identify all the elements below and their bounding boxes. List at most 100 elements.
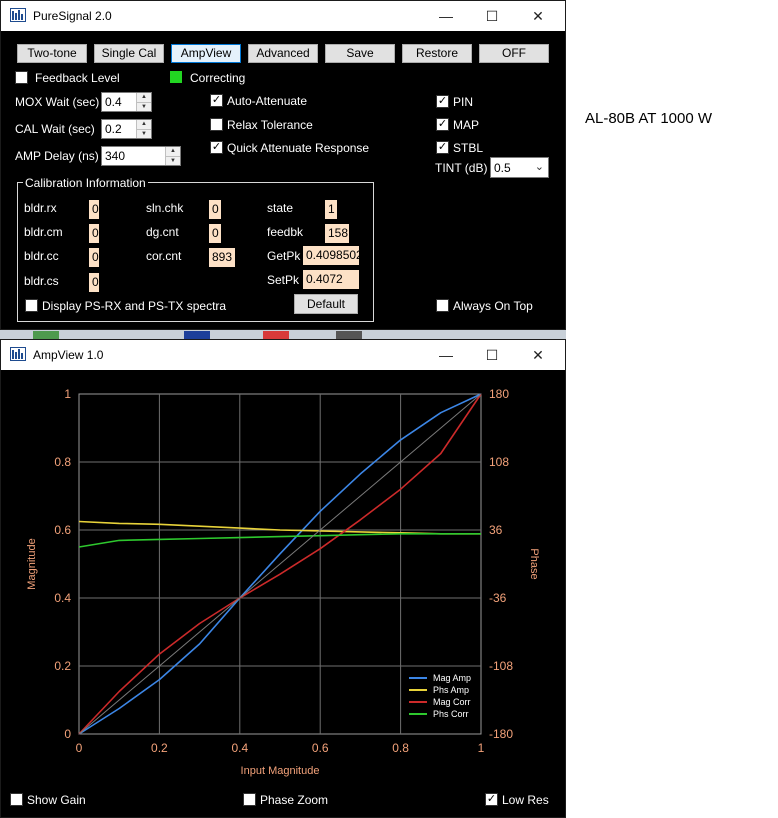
- cal-wait-label: CAL Wait (sec): [15, 122, 95, 136]
- setpk-label: SetPk: [267, 273, 300, 287]
- desktop-app-icon: [263, 331, 289, 339]
- feedbk-value: 158: [325, 224, 349, 243]
- x-tick-label: 0.2: [151, 741, 168, 755]
- y2-tick-label: -108: [489, 659, 513, 673]
- desktop-app-icon: [336, 331, 362, 339]
- app-icon: [10, 8, 26, 22]
- y-tick-label: 0.8: [54, 455, 71, 469]
- cal-wait-stepper[interactable]: 0.2 ▲ ▼: [101, 119, 152, 139]
- y-tick-label: 0: [64, 727, 71, 741]
- advanced-button[interactable]: Advanced: [248, 44, 318, 63]
- amp-delay-stepper[interactable]: 340 ▲ ▼: [101, 146, 181, 166]
- bldr-cc-label: bldr.cc: [24, 249, 59, 263]
- bldr-cm-value: 0: [89, 224, 99, 243]
- save-button[interactable]: Save: [325, 44, 395, 63]
- legend-entry: Phs Amp: [433, 685, 469, 695]
- dg-cnt-label: dg.cnt: [146, 225, 179, 239]
- display-spectra-checkbox[interactable]: [25, 299, 38, 312]
- legend-entry: Mag Corr: [433, 697, 471, 707]
- mox-wait-value: 0.4: [105, 95, 122, 109]
- always-on-top-label: Always On Top: [453, 299, 533, 313]
- y2-tick-label: 36: [489, 523, 503, 537]
- ampview-titlebar[interactable]: AmpView 1.0 — ☐ ✕: [1, 340, 565, 370]
- desktop-taskbar-strip: [0, 330, 566, 339]
- mox-wait-stepper[interactable]: 0.4 ▲ ▼: [101, 92, 152, 112]
- feedbk-label: feedbk: [267, 225, 304, 239]
- restore-button[interactable]: Restore: [402, 44, 472, 63]
- y2-tick-label: 108: [489, 455, 509, 469]
- legend-entry: Phs Corr: [433, 709, 469, 719]
- maximize-icon[interactable]: ☐: [469, 1, 515, 31]
- sln-chk-label: sln.chk: [146, 201, 184, 215]
- getpk-label: GetPk: [267, 249, 301, 263]
- stbl-checkbox[interactable]: ✓: [436, 141, 449, 154]
- minimize-icon[interactable]: —: [423, 1, 469, 31]
- bldr-rx-value: 0: [89, 200, 99, 219]
- always-on-top-checkbox[interactable]: [436, 299, 449, 312]
- x-tick-label: 1: [478, 741, 485, 755]
- off-button[interactable]: OFF: [479, 44, 549, 63]
- close-icon[interactable]: ✕: [515, 1, 561, 31]
- stepper-arrows-icon[interactable]: ▲ ▼: [165, 147, 180, 165]
- window-title: PureSignal 2.0: [33, 9, 112, 23]
- y2-tick-label: 180: [489, 387, 509, 401]
- two-tone-button[interactable]: Two-tone: [17, 44, 87, 63]
- calibration-title: Calibration Information: [23, 176, 148, 190]
- stbl-label: STBL: [453, 141, 484, 155]
- y-tick-label: 0.2: [54, 659, 71, 673]
- ampview-window: AmpView 1.0 — ☐ ✕ 0 0.2 0.4 0.6 0.8 1 0 -180 0.2…: [0, 339, 566, 818]
- maximize-icon[interactable]: ☐: [469, 340, 515, 370]
- show-gain-label: Show Gain: [27, 793, 86, 807]
- legend-entry: Mag Amp: [433, 673, 471, 683]
- sln-chk-value: 0: [209, 200, 221, 219]
- low-res-checkbox[interactable]: ✓: [485, 793, 498, 806]
- stepper-arrows-icon[interactable]: ▲ ▼: [136, 93, 151, 111]
- default-button[interactable]: Default: [294, 294, 358, 314]
- y2-tick-label: -180: [489, 727, 513, 741]
- desktop-app-icon: [33, 331, 59, 339]
- cor-cnt-value: 893: [209, 248, 235, 267]
- pin-checkbox[interactable]: ✓: [436, 95, 449, 108]
- close-icon[interactable]: ✕: [515, 340, 561, 370]
- feedback-level-checkbox[interactable]: [15, 71, 28, 84]
- mox-wait-label: MOX Wait (sec): [15, 95, 100, 109]
- tint-label: TINT (dB): [435, 161, 488, 175]
- single-cal-button[interactable]: Single Cal: [94, 44, 164, 63]
- state-label: state: [267, 201, 294, 215]
- quick-attenuate-checkbox[interactable]: ✓: [210, 141, 223, 154]
- map-label: MAP: [453, 118, 480, 132]
- auto-attenuate-checkbox[interactable]: ✓: [210, 94, 223, 107]
- show-gain-checkbox[interactable]: [10, 793, 23, 806]
- bldr-cs-value: 0: [89, 273, 99, 292]
- bldr-cc-value: 0: [89, 248, 99, 267]
- phase-zoom-label: Phase Zoom: [260, 793, 329, 807]
- y-tick-label: 0.4: [54, 591, 71, 605]
- map-checkbox[interactable]: ✓: [436, 118, 449, 131]
- getpk-value: 0.4098502: [303, 246, 359, 265]
- stepper-arrows-icon[interactable]: ▲ ▼: [136, 120, 151, 138]
- y-tick-label: 0.6: [54, 523, 71, 537]
- y2-axis-label: Phase: [528, 548, 540, 579]
- puresignal-titlebar[interactable]: PureSignal 2.0 — ☐ ✕: [1, 1, 565, 31]
- minimize-icon[interactable]: —: [423, 340, 469, 370]
- pin-label: PIN: [453, 95, 474, 109]
- bldr-cs-label: bldr.cs: [24, 274, 59, 288]
- cal-wait-value: 0.2: [105, 122, 122, 136]
- relax-tolerance-label: Relax Tolerance: [227, 118, 313, 132]
- x-tick-label: 0.4: [231, 741, 248, 755]
- x-tick-label: 0: [76, 741, 83, 755]
- bldr-rx-label: bldr.rx: [24, 201, 57, 215]
- y2-tick-label: -36: [489, 591, 507, 605]
- tint-select[interactable]: 0.5 ⌄: [490, 157, 549, 178]
- app-icon: [10, 347, 26, 361]
- phase-zoom-checkbox[interactable]: [243, 793, 256, 806]
- ampview-button[interactable]: AmpView: [171, 44, 241, 63]
- quick-attenuate-label: Quick Attenuate Response: [227, 141, 370, 155]
- cor-cnt-label: cor.cnt: [146, 249, 182, 263]
- puresignal-window: PureSignal 2.0 — ☐ ✕ Two-tone Single Cal…: [0, 0, 566, 330]
- relax-tolerance-checkbox[interactable]: [210, 118, 223, 131]
- dg-cnt-value: 0: [209, 224, 221, 243]
- auto-attenuate-label: Auto-Attenuate: [227, 94, 308, 108]
- y-tick-label: 1: [64, 387, 71, 401]
- ampview-chart[interactable]: 0 0.2 0.4 0.6 0.8 1 0 -180 0.2 -108 0.4 -36 0.6 36 0.8…: [1, 370, 565, 790]
